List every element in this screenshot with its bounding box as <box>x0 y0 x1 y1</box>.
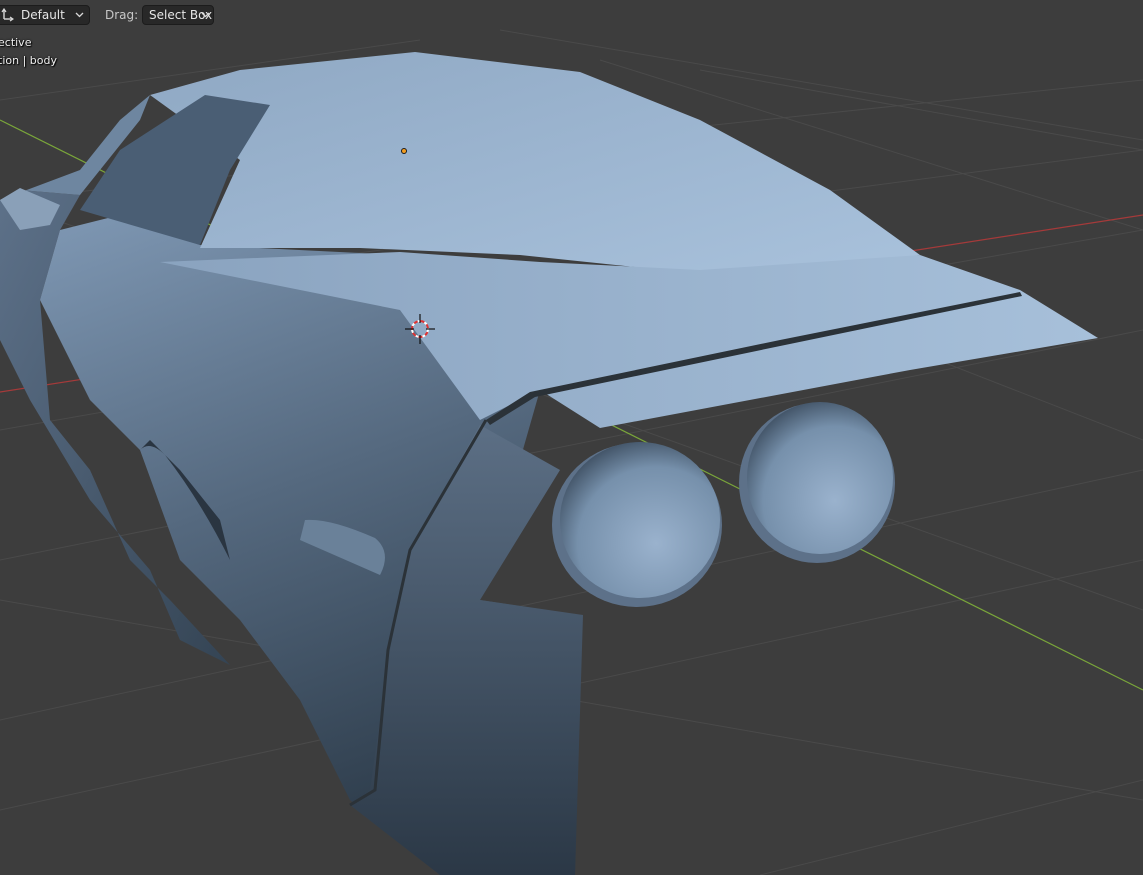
mesh-body <box>0 52 1098 875</box>
transform-orientation-value: Default <box>21 8 65 22</box>
drag-label: Drag: <box>105 8 139 22</box>
object-origin-icon <box>401 148 407 154</box>
3d-viewport[interactable]: Default Drag: Select Box ective tion | b… <box>0 0 1143 875</box>
transform-orientation-icon <box>0 7 15 23</box>
transform-orientation-dropdown[interactable]: Default <box>0 5 90 25</box>
taillight-left <box>552 442 722 607</box>
taillight-right <box>739 402 895 563</box>
chevron-down-icon <box>200 9 210 21</box>
viewport-scene[interactable] <box>0 0 1143 875</box>
viewport-header: Default Drag: Select Box <box>0 0 1143 30</box>
collection-object-text: tion | body <box>0 54 57 67</box>
3d-cursor-icon[interactable] <box>405 314 435 344</box>
chevron-down-icon <box>74 9 84 21</box>
drag-dropdown[interactable]: Select Box <box>142 5 214 25</box>
view-name-text: ective <box>0 36 32 49</box>
